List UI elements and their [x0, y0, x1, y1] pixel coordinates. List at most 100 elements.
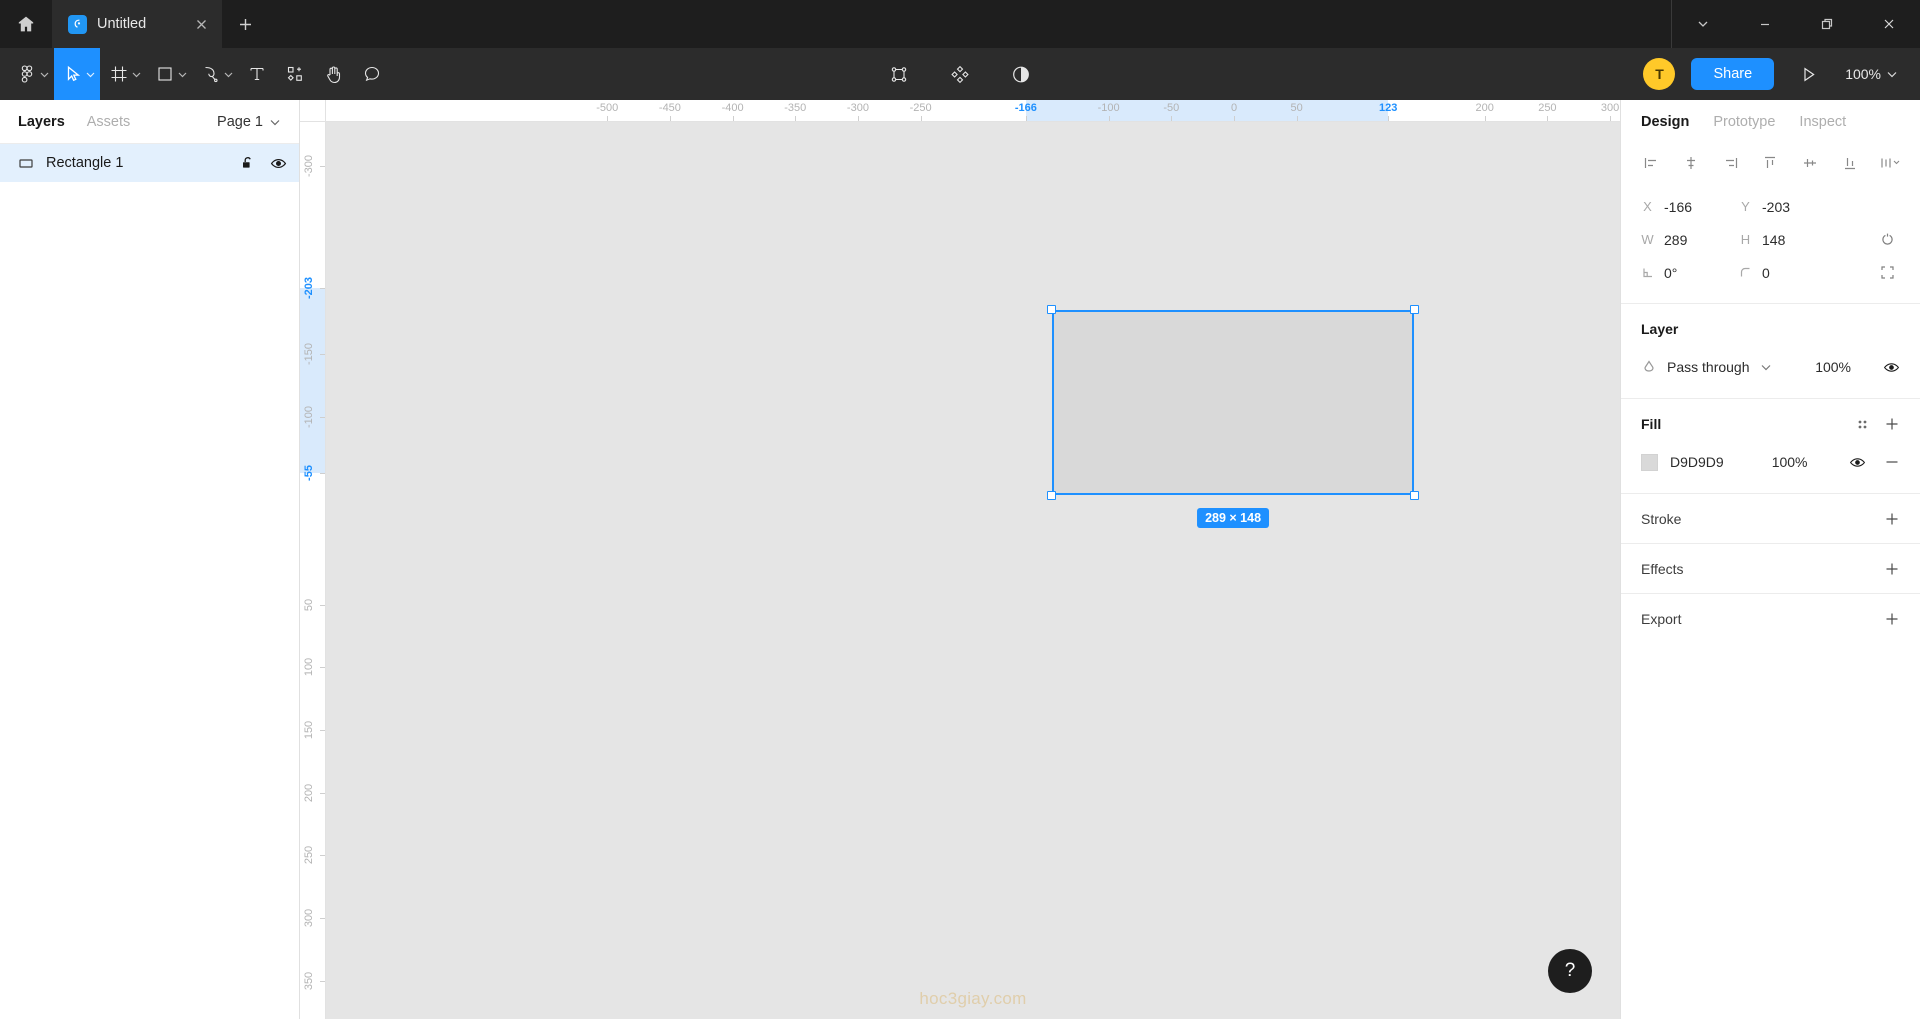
unlock-icon[interactable]: [240, 155, 256, 171]
ruler-h-mark: [921, 116, 922, 121]
resize-handle-bottom-left[interactable]: [1047, 491, 1056, 500]
text-icon: [247, 64, 267, 84]
tab-prototype[interactable]: Prototype: [1713, 114, 1775, 130]
minimize-button[interactable]: [1734, 0, 1796, 48]
avatar[interactable]: T: [1643, 58, 1675, 90]
minus-icon[interactable]: [1884, 454, 1900, 470]
blend-mode-value[interactable]: Pass through: [1667, 359, 1750, 375]
corner-radius-value: 0: [1762, 265, 1770, 281]
tab-title: Untitled: [97, 16, 146, 32]
align-right-button[interactable]: [1717, 150, 1745, 176]
fill-hex-value[interactable]: D9D9D9: [1670, 454, 1724, 470]
selection-tool-button[interactable]: [880, 48, 919, 100]
close-button[interactable]: [1858, 0, 1920, 48]
text-tool[interactable]: [238, 48, 276, 100]
pen-tool[interactable]: [192, 48, 238, 100]
frame-icon: [109, 64, 129, 84]
alignment-toolbar: [1621, 144, 1920, 182]
bounding-box-icon: [889, 64, 910, 85]
zoom-control[interactable]: 100%: [1843, 62, 1900, 86]
chevron-down-icon: [1886, 68, 1898, 80]
corner-radius-field[interactable]: 0: [1739, 265, 1837, 281]
ruler-h-tick: 200: [1476, 102, 1494, 114]
fill-section: Fill D9D: [1621, 398, 1920, 493]
new-tab-button[interactable]: [222, 0, 268, 48]
resize-handle-top-left[interactable]: [1047, 305, 1056, 314]
corner-radius-icon: [1739, 266, 1752, 279]
ruler-h-mark: [733, 116, 734, 121]
fill-color-swatch[interactable]: [1641, 454, 1658, 471]
menu-tool[interactable]: [8, 48, 54, 100]
fill-item-row: D9D9D9 100%: [1641, 445, 1900, 479]
home-button[interactable]: [0, 0, 52, 48]
x-field[interactable]: X -166: [1641, 199, 1739, 215]
chevron-down-icon[interactable]: [1760, 361, 1772, 373]
align-left-button[interactable]: [1637, 150, 1665, 176]
move-tool[interactable]: [54, 48, 100, 100]
y-field[interactable]: Y -203: [1739, 199, 1837, 215]
eye-icon[interactable]: [1883, 359, 1900, 376]
close-icon[interactable]: [195, 18, 208, 31]
rotation-field[interactable]: 0°: [1641, 265, 1739, 281]
horizontal-ruler[interactable]: -500-450-400-350-300-250-166-100-5005012…: [300, 100, 1620, 122]
eye-icon[interactable]: [1849, 454, 1866, 471]
comment-tool[interactable]: [353, 48, 391, 100]
zoom-level-label: 100%: [1845, 66, 1881, 82]
sidebar-tab-bar: Layers Assets Page 1: [0, 100, 299, 144]
independent-corners-button[interactable]: [1874, 260, 1900, 286]
design-canvas[interactable]: 289 × 148 hoc3giay.com: [326, 122, 1620, 1019]
plus-icon[interactable]: [1884, 416, 1900, 432]
fill-opacity-value[interactable]: 100%: [1772, 454, 1808, 470]
main-toolbar: T Share 100%: [0, 48, 1920, 100]
resize-handle-top-right[interactable]: [1410, 305, 1419, 314]
ruler-h-mark: [607, 116, 608, 121]
ruler-v-tick: 300: [303, 909, 315, 927]
plus-icon[interactable]: [1884, 611, 1900, 627]
plus-icon[interactable]: [1884, 561, 1900, 577]
hand-tool[interactable]: [314, 48, 353, 100]
shape-tool[interactable]: [146, 48, 192, 100]
tab-list-button[interactable]: [1672, 0, 1734, 48]
tab-layers[interactable]: Layers: [18, 114, 65, 130]
align-top-button[interactable]: [1756, 150, 1784, 176]
tab-design[interactable]: Design: [1641, 114, 1689, 130]
tab-assets[interactable]: Assets: [87, 114, 131, 130]
layer-opacity-value[interactable]: 100%: [1815, 359, 1851, 375]
ruler-h-tick: 300: [1601, 102, 1619, 114]
frame-tool[interactable]: [100, 48, 146, 100]
list-item[interactable]: Rectangle 1: [0, 144, 299, 182]
plus-icon[interactable]: [1884, 511, 1900, 527]
canvas-area[interactable]: -500-450-400-350-300-250-166-100-5005012…: [300, 100, 1620, 1019]
style-grid-icon[interactable]: [1855, 417, 1870, 432]
align-horizontal-center-button[interactable]: [1677, 150, 1705, 176]
constrain-proportions-button[interactable]: [1874, 227, 1900, 253]
ruler-v-tick: -55: [303, 465, 315, 481]
ruler-v-mark: [320, 473, 325, 474]
layer-actions: [240, 155, 287, 172]
tab-inspect[interactable]: Inspect: [1799, 114, 1846, 130]
align-vertical-center-button[interactable]: [1796, 150, 1824, 176]
resize-handle-bottom-right[interactable]: [1410, 491, 1419, 500]
share-button[interactable]: Share: [1691, 58, 1774, 90]
appearance-button[interactable]: [1002, 48, 1041, 100]
eye-icon[interactable]: [270, 155, 287, 172]
ruler-v-mark: [320, 417, 325, 418]
h-label: H: [1739, 232, 1752, 247]
layer-section: Layer Pass through 100%: [1621, 303, 1920, 398]
h-value: 148: [1762, 232, 1785, 248]
resources-tool[interactable]: [276, 48, 314, 100]
maximize-button[interactable]: [1796, 0, 1858, 48]
document-tab[interactable]: Untitled: [52, 0, 222, 48]
help-button[interactable]: ?: [1548, 949, 1592, 993]
vertical-ruler[interactable]: -300-203-150-100-5550100150200250300350: [300, 100, 326, 1019]
align-bottom-button[interactable]: [1836, 150, 1864, 176]
height-field[interactable]: H 148: [1739, 232, 1837, 248]
distribute-button[interactable]: [1876, 150, 1904, 176]
ruler-h-mark: [1610, 116, 1611, 121]
plugins-button[interactable]: [941, 48, 980, 100]
page-selector[interactable]: Page 1: [217, 114, 281, 130]
ruler-v-mark: [320, 605, 325, 606]
rectangle-shape[interactable]: [1052, 310, 1414, 496]
present-button[interactable]: [1790, 48, 1827, 100]
width-field[interactable]: W 289: [1641, 232, 1739, 248]
